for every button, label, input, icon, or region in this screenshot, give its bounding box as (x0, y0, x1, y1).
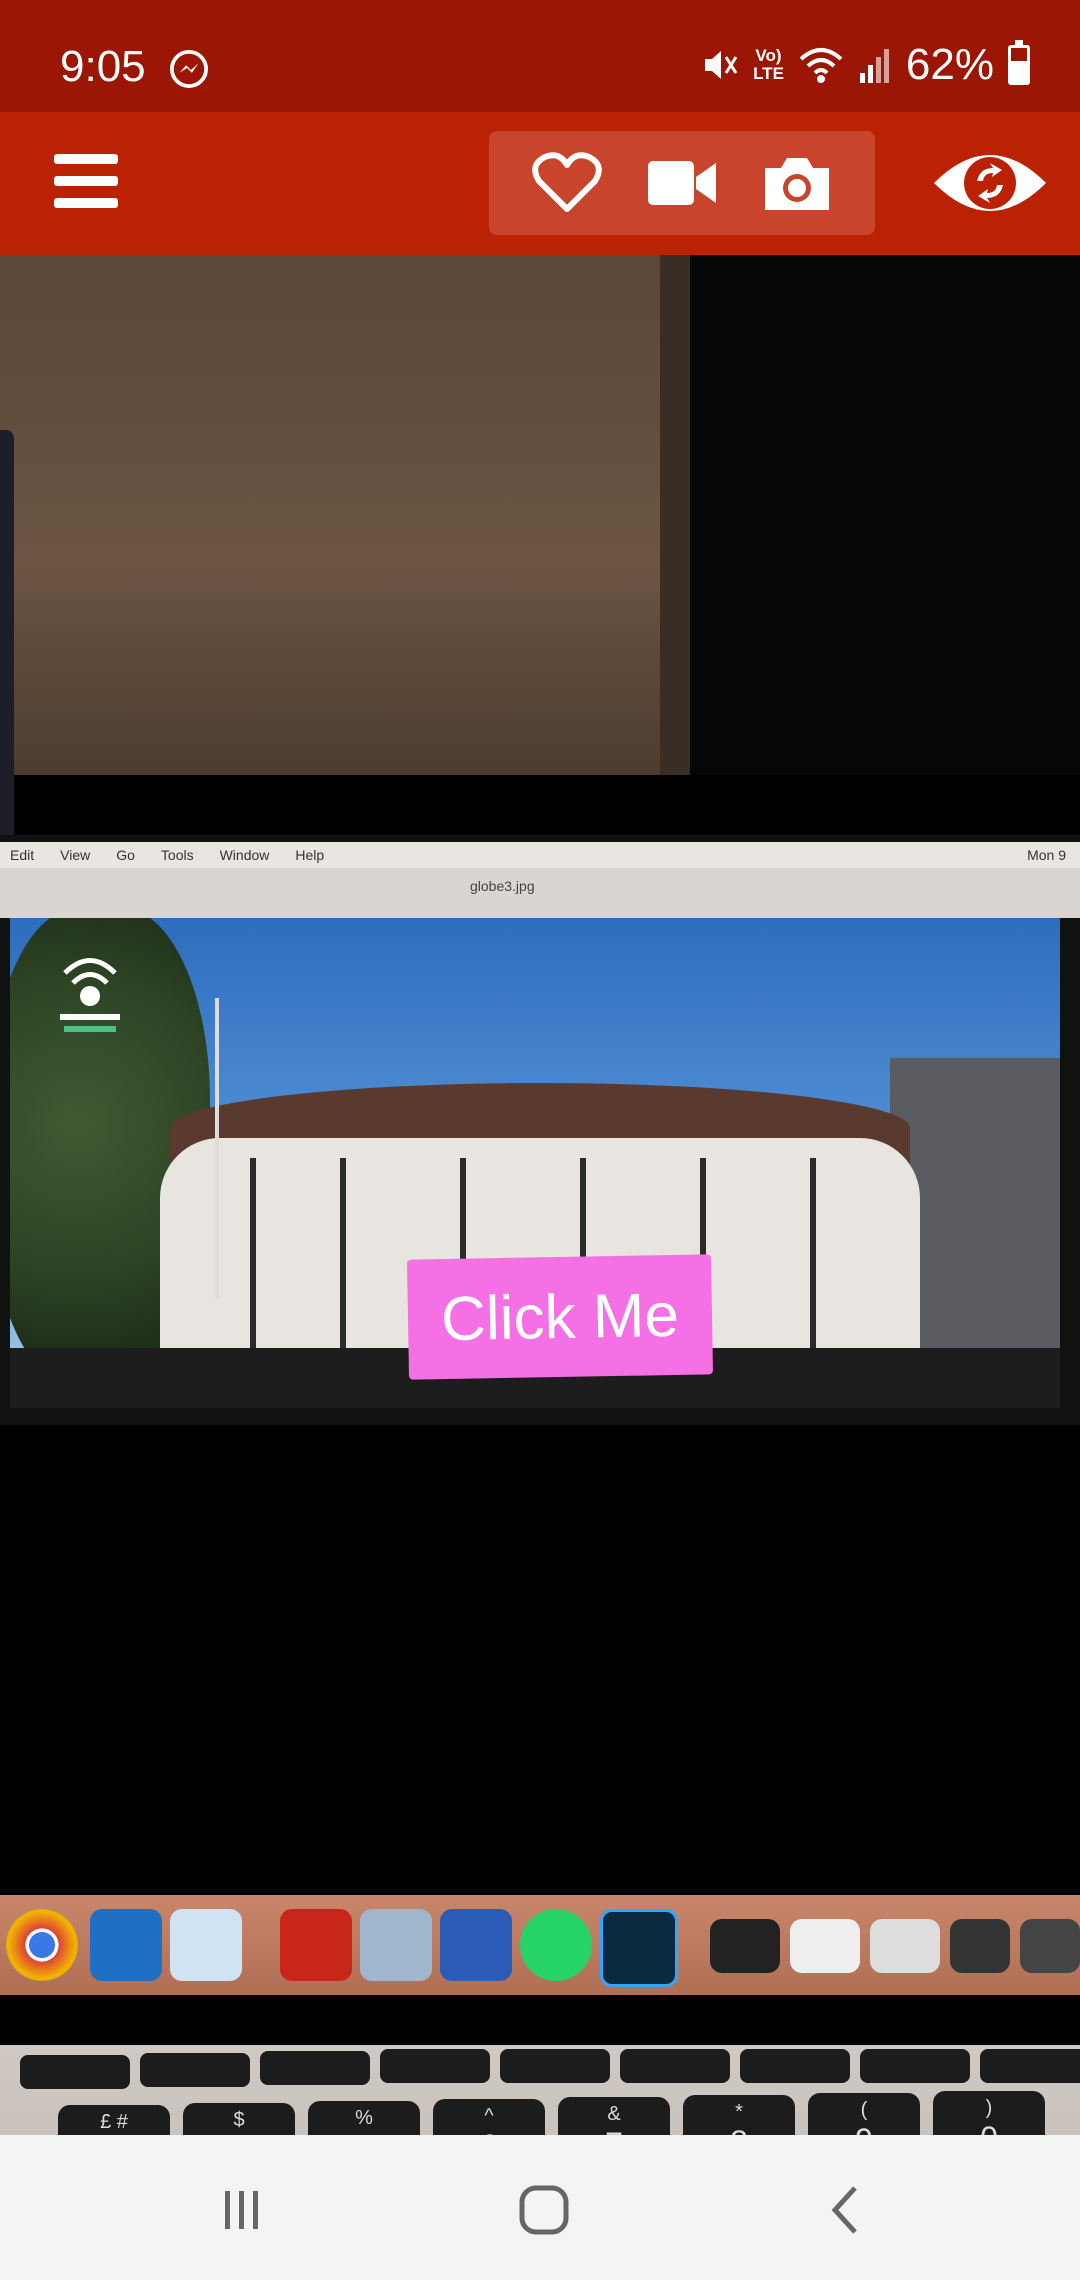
volte-top-label: Vo) (755, 46, 782, 65)
laptop-menubar: Edit View Go Tools Window Help Mon 9 (0, 842, 1080, 868)
key-symbol: & (607, 2103, 621, 2125)
click-me-button[interactable]: Click Me (406, 1254, 714, 1380)
status-icons: Vo) LTE 62% (701, 40, 1030, 90)
key-symbol: ^ (484, 2105, 494, 2127)
heart-icon (531, 152, 602, 212)
key-digit: 0 (980, 2120, 998, 2135)
preview-icon (170, 1909, 242, 1981)
wifi-badge-logo (60, 958, 120, 1032)
word-icon (440, 1909, 512, 1981)
wifi-icon (799, 48, 843, 83)
app-toolbar (0, 112, 1080, 255)
laptop-menu-item: Go (116, 847, 135, 863)
battery-icon (1008, 40, 1030, 85)
laptop-clock: Mon 9 (1027, 847, 1066, 863)
laptop-dock (0, 1895, 1080, 1995)
function-key (860, 2049, 970, 2083)
key-symbol: $ (233, 2109, 245, 2131)
home-button[interactable] (494, 2175, 594, 2245)
key-symbol: ( (860, 2099, 868, 2121)
key-symbol: % (355, 2107, 373, 2129)
switch-camera-button[interactable] (930, 137, 1050, 229)
background-wall (0, 255, 680, 775)
dark-background (690, 255, 1080, 775)
code-editor-icon (90, 1909, 162, 1981)
recent-apps-button[interactable] (192, 2175, 292, 2245)
laptop-window-titlebar: globe3.jpg (0, 868, 1080, 918)
home-icon (519, 2185, 569, 2235)
messenger-icon (170, 50, 208, 88)
key-digit: 6 (480, 2128, 498, 2135)
back-button[interactable] (796, 2175, 896, 2245)
system-navigation-bar (0, 2135, 1080, 2280)
back-icon (831, 2186, 857, 2234)
function-key (620, 2049, 730, 2083)
camera-preview: Edit View Go Tools Window Help Mon 9 glo… (0, 255, 1080, 2135)
menu-icon-bar (54, 176, 118, 186)
laptop-menu-item: Tools (160, 847, 194, 863)
keyboard-key: % 5 (308, 2101, 420, 2135)
function-key (20, 2055, 130, 2089)
function-key (260, 2051, 370, 2085)
keyboard-key: $ 4 (183, 2103, 295, 2135)
laptop-menu-item: Edit (10, 847, 35, 863)
volte-indicator: Vo) LTE (753, 47, 784, 83)
menu-icon-bar (54, 154, 118, 164)
function-key (980, 2049, 1080, 2083)
keyboard-key: & 7 (558, 2097, 670, 2135)
capture-tools (489, 131, 875, 235)
camera-icon (765, 158, 830, 210)
function-key (500, 2049, 610, 2083)
battery-percent: 62% (905, 40, 994, 89)
favorite-button[interactable] (527, 143, 607, 223)
laptop-keyboard: £ # 3 $ 4 % 5 ^ 6 & 7 * 8 ( 9 ) 0 (0, 2045, 1080, 2135)
laptop-menu-item: View (60, 847, 91, 863)
function-key (740, 2049, 850, 2083)
keyboard-key: ) 0 (933, 2091, 1045, 2135)
mute-icon (705, 51, 738, 79)
keyboard-key: * 8 (683, 2095, 795, 2135)
keyboard-key: ( 9 (808, 2093, 920, 2135)
window-thumbnail (710, 1919, 780, 1973)
video-camera-icon (647, 161, 716, 205)
volte-bottom-label: LTE (753, 64, 784, 83)
menu-icon-bar (54, 198, 118, 208)
status-time: 9:05 (60, 42, 146, 91)
laptop-file-title: globe3.jpg (470, 878, 535, 894)
recent-apps-icon (225, 2191, 258, 2229)
chrome-icon (6, 1909, 78, 1981)
photos-icon (360, 1909, 432, 1981)
status-bar: 9:05 Vo) LTE 62% (0, 0, 1080, 112)
key-symbol: £ # (100, 2111, 128, 2133)
whatsapp-icon (520, 1909, 592, 1981)
photoshop-icon (600, 1909, 678, 1987)
function-key (380, 2049, 490, 2083)
signal-icon (859, 49, 889, 83)
key-digit: 7 (605, 2126, 623, 2135)
menu-button[interactable] (54, 154, 118, 212)
keyboard-key: ^ 6 (433, 2099, 545, 2135)
keyboard-key: £ # 3 (58, 2105, 170, 2135)
key-symbol: * (735, 2101, 743, 2123)
function-key (140, 2053, 250, 2087)
record-video-button[interactable] (642, 143, 722, 223)
window-thumbnail (870, 1919, 940, 1973)
key-symbol: ) (985, 2097, 993, 2119)
wall-edge (660, 255, 690, 775)
window-thumbnail (950, 1919, 1010, 1973)
laptop-menu-item: Window (219, 847, 270, 863)
window-thumbnail (1020, 1919, 1080, 1973)
window-thumbnail (790, 1919, 860, 1973)
laptop-menu-item: Help (295, 847, 325, 863)
lab-flask-icon (280, 1909, 352, 1981)
key-digit: 9 (855, 2122, 873, 2135)
key-digit: 8 (730, 2124, 748, 2135)
side-drawer-handle[interactable] (0, 430, 14, 840)
flagpole (215, 998, 219, 1298)
take-photo-button[interactable] (757, 143, 837, 223)
